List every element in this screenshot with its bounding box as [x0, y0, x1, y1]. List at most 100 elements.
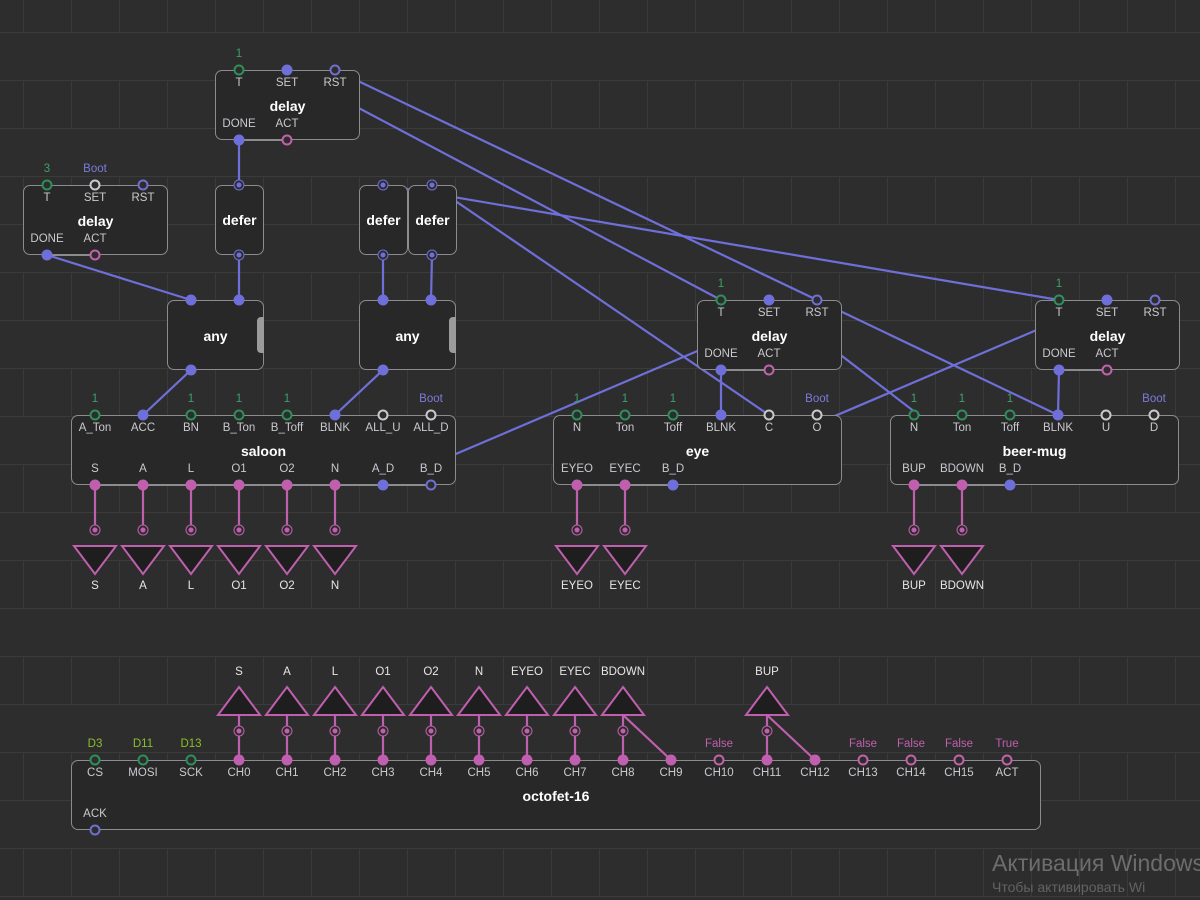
terminal-port[interactable] [91, 526, 100, 535]
port-blnk[interactable] [1053, 410, 1064, 421]
port-rst[interactable] [1150, 295, 1161, 306]
terminal-source[interactable]: BDOWN [601, 686, 645, 716]
port-cs[interactable] [90, 755, 101, 766]
port-toff[interactable] [668, 410, 679, 421]
port-out[interactable] [378, 365, 389, 376]
port-ch1[interactable] [282, 755, 293, 766]
port-in[interactable] [378, 295, 389, 306]
port-n[interactable] [330, 480, 341, 491]
terminal-port[interactable] [283, 526, 292, 535]
wire-signal[interactable] [767, 715, 815, 760]
port-bdown[interactable] [957, 480, 968, 491]
port-o[interactable] [812, 410, 823, 421]
resize-handle[interactable] [449, 317, 456, 353]
port-a_ton[interactable] [90, 410, 101, 421]
terminal-sink[interactable]: O1 [217, 545, 261, 575]
port-eyec[interactable] [620, 480, 631, 491]
terminal-port[interactable] [763, 727, 772, 736]
wire-flow[interactable] [335, 370, 383, 415]
wire-flow[interactable] [1058, 370, 1059, 415]
port-act[interactable] [282, 135, 293, 146]
port-in[interactable] [235, 181, 244, 190]
wire-signal[interactable] [623, 715, 671, 760]
port-in[interactable] [426, 295, 437, 306]
port-t[interactable] [234, 65, 245, 76]
port-blnk[interactable] [716, 410, 727, 421]
node-defer-2[interactable]: defer [359, 185, 408, 255]
port-ch14[interactable] [906, 755, 917, 766]
port-eyeo[interactable] [572, 480, 583, 491]
terminal-source[interactable]: N [457, 686, 501, 716]
port-in[interactable] [428, 181, 437, 190]
port-ch0[interactable] [234, 755, 245, 766]
port-in[interactable] [379, 181, 388, 190]
port-ton[interactable] [957, 410, 968, 421]
node-graph-canvas[interactable]: delayT1SETRSTDONEACTdelayT3SETBootRSTDON… [0, 0, 1200, 900]
terminal-sink[interactable]: N [313, 545, 357, 575]
port-out[interactable] [186, 365, 197, 376]
port-t[interactable] [716, 295, 727, 306]
port-a_d[interactable] [378, 480, 389, 491]
terminal-sink[interactable]: BDOWN [940, 545, 984, 575]
port-n[interactable] [572, 410, 583, 421]
wire-flow[interactable] [143, 370, 191, 415]
port-l[interactable] [186, 480, 197, 491]
terminal-port[interactable] [283, 727, 292, 736]
terminal-source[interactable]: L [313, 686, 357, 716]
port-ch3[interactable] [378, 755, 389, 766]
port-bn[interactable] [186, 410, 197, 421]
terminal-source[interactable]: EYEO [505, 686, 549, 716]
port-u[interactable] [1101, 410, 1112, 421]
port-act[interactable] [90, 250, 101, 261]
terminal-port[interactable] [235, 526, 244, 535]
port-set[interactable] [282, 65, 293, 76]
node-any-2[interactable]: any [359, 300, 456, 370]
terminal-source[interactable]: S [217, 686, 261, 716]
terminal-port[interactable] [571, 727, 580, 736]
port-blnk[interactable] [330, 410, 341, 421]
port-all_d[interactable] [426, 410, 437, 421]
port-done[interactable] [1054, 365, 1065, 376]
port-ch10[interactable] [714, 755, 725, 766]
terminal-source[interactable]: O2 [409, 686, 453, 716]
port-ch2[interactable] [330, 755, 341, 766]
port-mosi[interactable] [138, 755, 149, 766]
port-out[interactable] [379, 251, 388, 260]
port-b_d[interactable] [426, 480, 437, 491]
port-bup[interactable] [909, 480, 920, 491]
port-t[interactable] [42, 180, 53, 191]
port-act[interactable] [764, 365, 775, 376]
port-b_d[interactable] [1005, 480, 1016, 491]
port-toff[interactable] [1005, 410, 1016, 421]
terminal-source[interactable]: A [265, 686, 309, 716]
wire-flow[interactable] [47, 255, 191, 300]
node-eye[interactable]: eye [553, 415, 842, 485]
port-t[interactable] [1054, 295, 1065, 306]
node-defer-1[interactable]: defer [215, 185, 264, 255]
terminal-port[interactable] [621, 526, 630, 535]
terminal-port[interactable] [619, 727, 628, 736]
terminal-sink[interactable]: EYEO [555, 545, 599, 575]
port-ch13[interactable] [858, 755, 869, 766]
resize-handle[interactable] [257, 317, 264, 353]
terminal-port[interactable] [958, 526, 967, 535]
terminal-sink[interactable]: O2 [265, 545, 309, 575]
node-beer-mug[interactable]: beer-mug [890, 415, 1179, 485]
wire-flow[interactable] [431, 255, 432, 300]
port-s[interactable] [90, 480, 101, 491]
node-any-1[interactable]: any [167, 300, 264, 370]
port-set[interactable] [90, 180, 101, 191]
port-done[interactable] [234, 135, 245, 146]
port-ch12[interactable] [810, 755, 821, 766]
port-a[interactable] [138, 480, 149, 491]
port-n[interactable] [909, 410, 920, 421]
port-out[interactable] [428, 251, 437, 260]
port-all_u[interactable] [378, 410, 389, 421]
port-rst[interactable] [812, 295, 823, 306]
terminal-port[interactable] [235, 727, 244, 736]
port-rst[interactable] [330, 65, 341, 76]
terminal-port[interactable] [379, 727, 388, 736]
terminal-port[interactable] [331, 526, 340, 535]
port-ch9[interactable] [666, 755, 677, 766]
port-o1[interactable] [234, 480, 245, 491]
